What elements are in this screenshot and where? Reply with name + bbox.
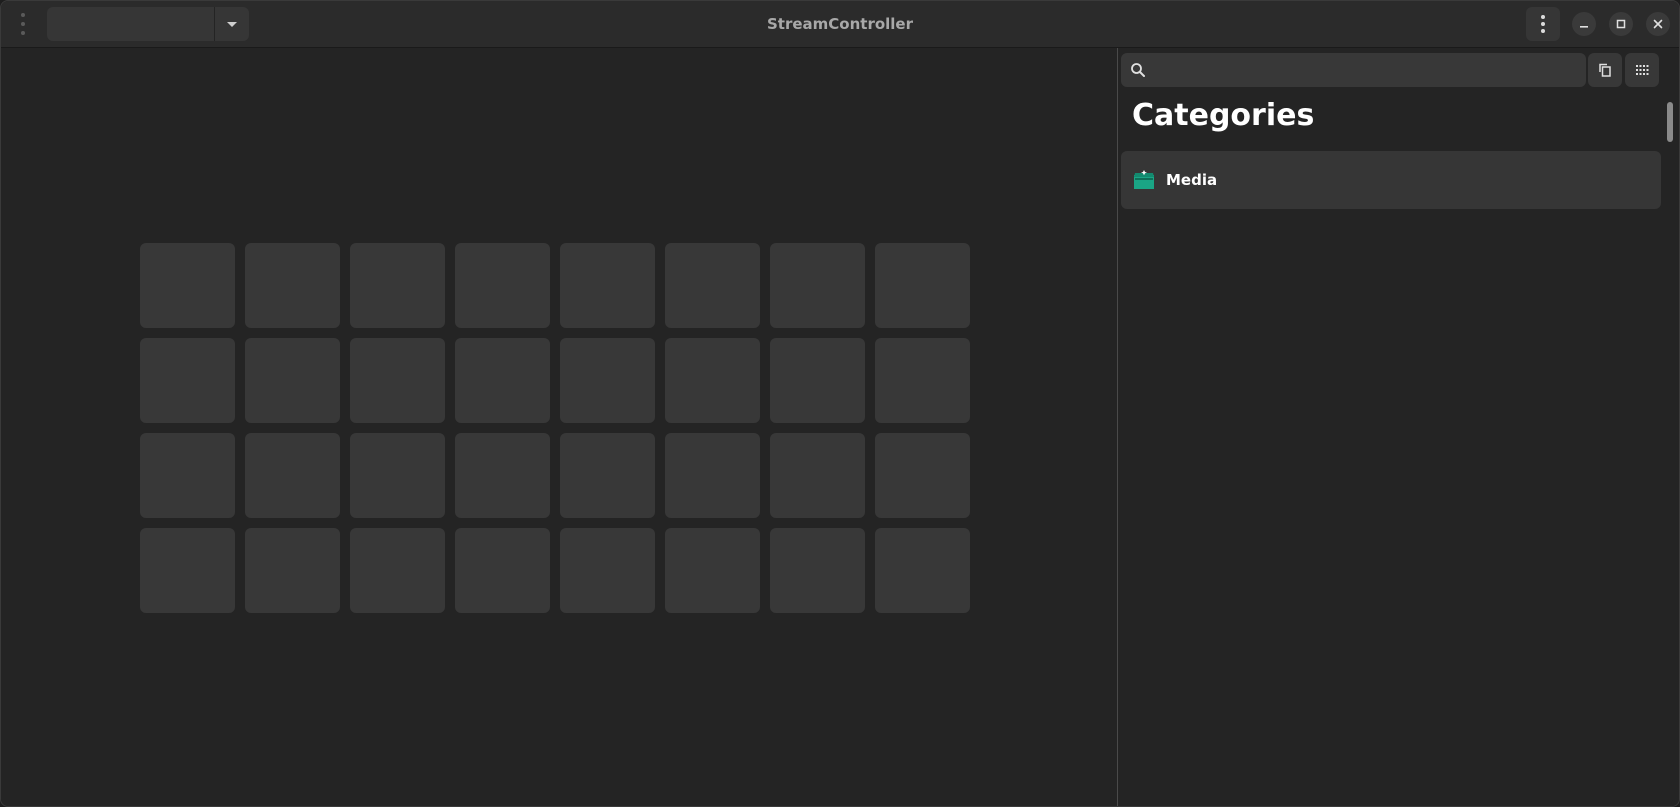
- deck-area: [1, 48, 1117, 806]
- category-item-media[interactable]: Media: [1121, 151, 1661, 209]
- deck-key[interactable]: [770, 528, 865, 613]
- deck-key[interactable]: [245, 243, 340, 328]
- category-label: Media: [1166, 171, 1218, 189]
- deck-key[interactable]: [875, 433, 970, 518]
- header-bar: StreamController: [1, 1, 1679, 48]
- deck-key[interactable]: [560, 528, 655, 613]
- deck-key[interactable]: [875, 338, 970, 423]
- media-store-icon: [1134, 170, 1154, 189]
- deck-key[interactable]: [245, 433, 340, 518]
- deck-key[interactable]: [770, 433, 865, 518]
- app-window: StreamController Categories Media: [0, 0, 1680, 807]
- deck-key[interactable]: [455, 528, 550, 613]
- categories-heading: Categories: [1132, 98, 1315, 133]
- window-title: StreamController: [766, 15, 913, 33]
- maximize-button[interactable]: [1609, 12, 1633, 36]
- drag-handle-icon[interactable]: [19, 13, 27, 35]
- deck-key[interactable]: [245, 528, 340, 613]
- deck-key[interactable]: [560, 243, 655, 328]
- deck-key[interactable]: [140, 243, 235, 328]
- deck-selector[interactable]: [47, 7, 249, 41]
- app-grid-button[interactable]: [1625, 53, 1659, 87]
- deck-key[interactable]: [560, 433, 655, 518]
- chevron-down-icon: [227, 21, 237, 27]
- deck-key[interactable]: [665, 338, 760, 423]
- copy-button[interactable]: [1588, 53, 1622, 87]
- sidebar-scrollbar[interactable]: [1667, 102, 1673, 142]
- maximize-icon: [1616, 19, 1626, 29]
- deck-key[interactable]: [770, 338, 865, 423]
- deck-key[interactable]: [140, 338, 235, 423]
- deck-key[interactable]: [455, 433, 550, 518]
- main-menu-button[interactable]: [1526, 7, 1560, 41]
- minimize-icon: [1580, 26, 1588, 28]
- deck-key[interactable]: [350, 528, 445, 613]
- deck-selector-value[interactable]: [47, 7, 214, 41]
- deck-key[interactable]: [665, 433, 760, 518]
- deck-key[interactable]: [350, 243, 445, 328]
- grid-icon: [1636, 65, 1649, 75]
- deck-key[interactable]: [245, 338, 340, 423]
- action-search-input[interactable]: [1155, 52, 1586, 88]
- action-sidebar: Categories Media: [1118, 48, 1679, 806]
- minimize-button[interactable]: [1572, 12, 1596, 36]
- deck-key[interactable]: [665, 243, 760, 328]
- deck-key[interactable]: [455, 338, 550, 423]
- action-search-box[interactable]: [1121, 52, 1586, 88]
- deck-key[interactable]: [770, 243, 865, 328]
- deck-selector-dropdown-button[interactable]: [215, 7, 249, 41]
- deck-key[interactable]: [455, 243, 550, 328]
- kebab-menu-icon: [1541, 15, 1545, 19]
- deck-key[interactable]: [350, 433, 445, 518]
- deck-key[interactable]: [875, 243, 970, 328]
- search-icon: [1121, 53, 1155, 87]
- deck-key[interactable]: [140, 528, 235, 613]
- deck-key[interactable]: [560, 338, 655, 423]
- close-icon: [1653, 19, 1663, 29]
- copy-icon: [1599, 63, 1611, 77]
- deck-key[interactable]: [140, 433, 235, 518]
- deck-key[interactable]: [350, 338, 445, 423]
- close-button[interactable]: [1646, 12, 1670, 36]
- deck-key[interactable]: [875, 528, 970, 613]
- deck-key[interactable]: [665, 528, 760, 613]
